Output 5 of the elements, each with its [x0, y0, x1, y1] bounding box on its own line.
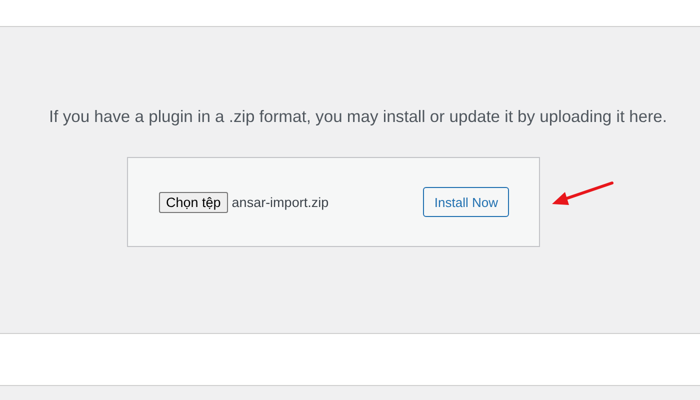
choose-file-button[interactable]: Chọn tệp: [159, 192, 228, 212]
annotation-arrow: [552, 181, 614, 207]
install-now-button[interactable]: Install Now: [423, 187, 509, 217]
upload-instructions: If you have a plugin in a .zip format, you may install or update it by uploading it here.: [48, 107, 668, 127]
file-name: ansar-import.zip: [232, 194, 329, 210]
